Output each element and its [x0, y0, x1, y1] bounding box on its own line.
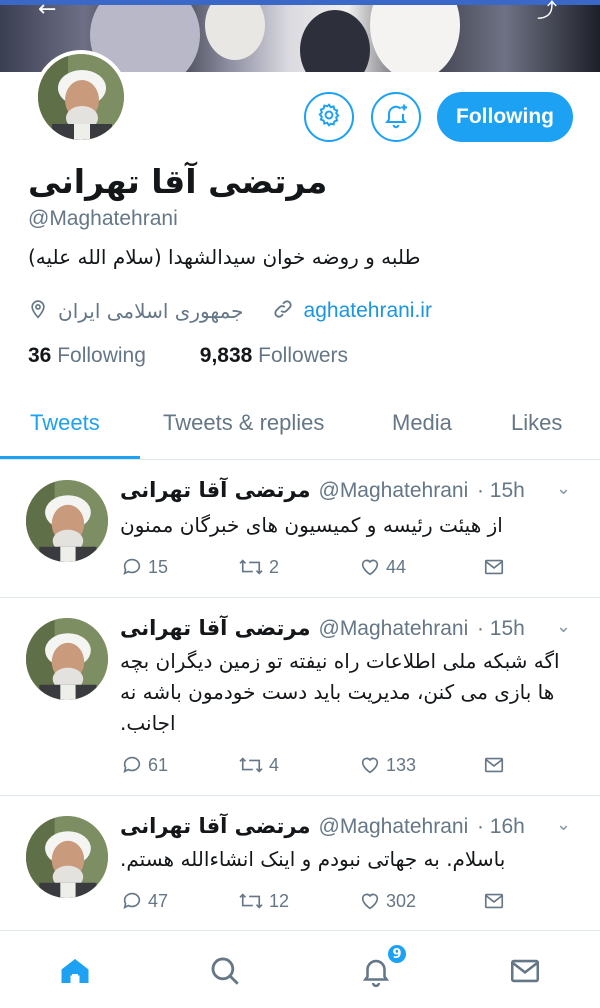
link-icon: [272, 298, 294, 325]
tweet-author-name[interactable]: مرتضی آقا تهرانی: [120, 814, 311, 838]
tab-tweets[interactable]: Tweets: [30, 410, 100, 436]
tab-tweets-replies[interactable]: Tweets & replies: [163, 410, 324, 436]
profile-website[interactable]: aghatehrani.ir: [304, 299, 432, 323]
reply-icon: [123, 756, 141, 773]
map-pin-icon: [28, 298, 48, 325]
followers-stat[interactable]: 9,838 Followers: [200, 344, 348, 367]
tweet-avatar[interactable]: [26, 816, 108, 898]
heart-icon: [361, 893, 379, 910]
notifications-badge: 9: [386, 943, 408, 965]
profile-avatar[interactable]: [34, 50, 128, 144]
tweet-avatar[interactable]: [26, 480, 108, 562]
retweet-button[interactable]: 4: [237, 754, 279, 776]
retweet-button[interactable]: 12: [237, 890, 289, 912]
tweet-author-name[interactable]: مرتضی آقا تهرانی: [120, 616, 311, 640]
profile-tabs: Tweets Tweets & replies Media Likes: [0, 400, 600, 460]
tweet-header: مرتضی آقا تهرانی @Maghatehrani · 16h: [120, 814, 525, 839]
like-button[interactable]: 44: [358, 556, 406, 578]
profile-location: جمهوری اسلامی ایران: [58, 299, 244, 323]
tab-media[interactable]: Media: [392, 410, 452, 436]
like-button[interactable]: 302: [358, 890, 416, 912]
bottom-navigation: 9: [0, 930, 600, 1008]
tweet-text: باسلام. به جهاتی نبودم و اینک انشاءالله …: [120, 847, 506, 871]
profile-stats: 36 Following 9,838 Followers: [28, 344, 348, 368]
tweet-author-handle: @Maghatehrani: [318, 815, 469, 838]
home-icon[interactable]: [55, 951, 95, 991]
reply-button[interactable]: 15: [120, 556, 168, 578]
envelope-icon: [484, 757, 504, 773]
envelope-icon: [484, 559, 504, 575]
tweet-text: اگه شبکه ملی اطلاعات راه نیفته تو زمین د…: [120, 649, 560, 735]
tweet-actions: 61 4 133: [120, 754, 520, 780]
reply-icon: [123, 892, 141, 909]
reply-button[interactable]: 61: [120, 754, 168, 776]
banner-top-border: [0, 0, 600, 5]
tweet-text: از هیئت رئیسه و کمیسیون های خبرگان ممنون: [120, 513, 503, 537]
message-button[interactable]: [482, 890, 510, 912]
bell-plus-icon: [382, 101, 410, 133]
tweet-author-handle: @Maghatehrani: [318, 617, 469, 640]
message-button[interactable]: [482, 754, 510, 776]
tweet-header: مرتضی آقا تهرانی @Maghatehrani · 15h: [120, 478, 525, 503]
tweet-time: · 15h: [476, 617, 525, 640]
reply-icon: [123, 558, 141, 575]
tweet-item[interactable]: مرتضی آقا تهرانی @Maghatehrani · 15h ⌄ از…: [0, 460, 600, 598]
envelope-icon: [484, 893, 504, 909]
profile-meta: جمهوری اسلامی ایران aghatehrani.ir: [28, 296, 432, 326]
reply-button[interactable]: 47: [120, 890, 168, 912]
like-button[interactable]: 133: [358, 754, 416, 776]
chevron-down-icon[interactable]: ⌄: [556, 616, 571, 637]
heart-icon: [361, 757, 379, 774]
back-arrow-icon[interactable]: ←: [38, 0, 62, 24]
retweet-icon: [239, 757, 263, 773]
share-icon[interactable]: ⤴: [537, 0, 561, 24]
tweet-author-name[interactable]: مرتضی آقا تهرانی: [120, 478, 311, 502]
message-button[interactable]: [482, 556, 510, 578]
tweet-actions: 47 12 302: [120, 890, 520, 916]
notify-button[interactable]: [371, 92, 421, 142]
chevron-down-icon[interactable]: ⌄: [556, 814, 571, 835]
settings-button[interactable]: [304, 92, 354, 142]
chevron-down-icon[interactable]: ⌄: [556, 478, 571, 499]
tab-likes[interactable]: Likes: [511, 410, 562, 436]
tweet-avatar[interactable]: [26, 618, 108, 700]
messages-icon[interactable]: [505, 951, 545, 991]
search-icon[interactable]: [205, 951, 245, 991]
tweet-header: مرتضی آقا تهرانی @Maghatehrani · 15h: [120, 616, 525, 641]
retweet-icon: [239, 559, 263, 575]
tweet-time: · 15h: [476, 479, 525, 502]
retweet-icon: [239, 893, 263, 909]
following-stat[interactable]: 36 Following: [28, 344, 146, 367]
profile-name: مرتضی آقا تهرانی: [28, 162, 328, 201]
profile-handle: @Maghatehrani: [28, 207, 178, 230]
tweet-author-handle: @Maghatehrani: [318, 479, 469, 502]
active-tab-indicator: [0, 456, 140, 459]
gear-icon: [316, 102, 342, 132]
heart-icon: [361, 559, 379, 576]
profile-bio: طلبه و روضه خوان سیدالشهدا (سلام الله عل…: [28, 245, 421, 269]
tweet-item[interactable]: مرتضی آقا تهرانی @Maghatehrani · 15h ⌄ اگ…: [0, 598, 600, 796]
tweet-item[interactable]: مرتضی آقا تهرانی @Maghatehrani · 16h ⌄ با…: [0, 796, 600, 930]
tweet-time: · 16h: [476, 815, 525, 838]
following-button[interactable]: Following: [437, 92, 573, 142]
tweet-actions: 15 2 44: [120, 556, 520, 582]
retweet-button[interactable]: 2: [237, 556, 279, 578]
